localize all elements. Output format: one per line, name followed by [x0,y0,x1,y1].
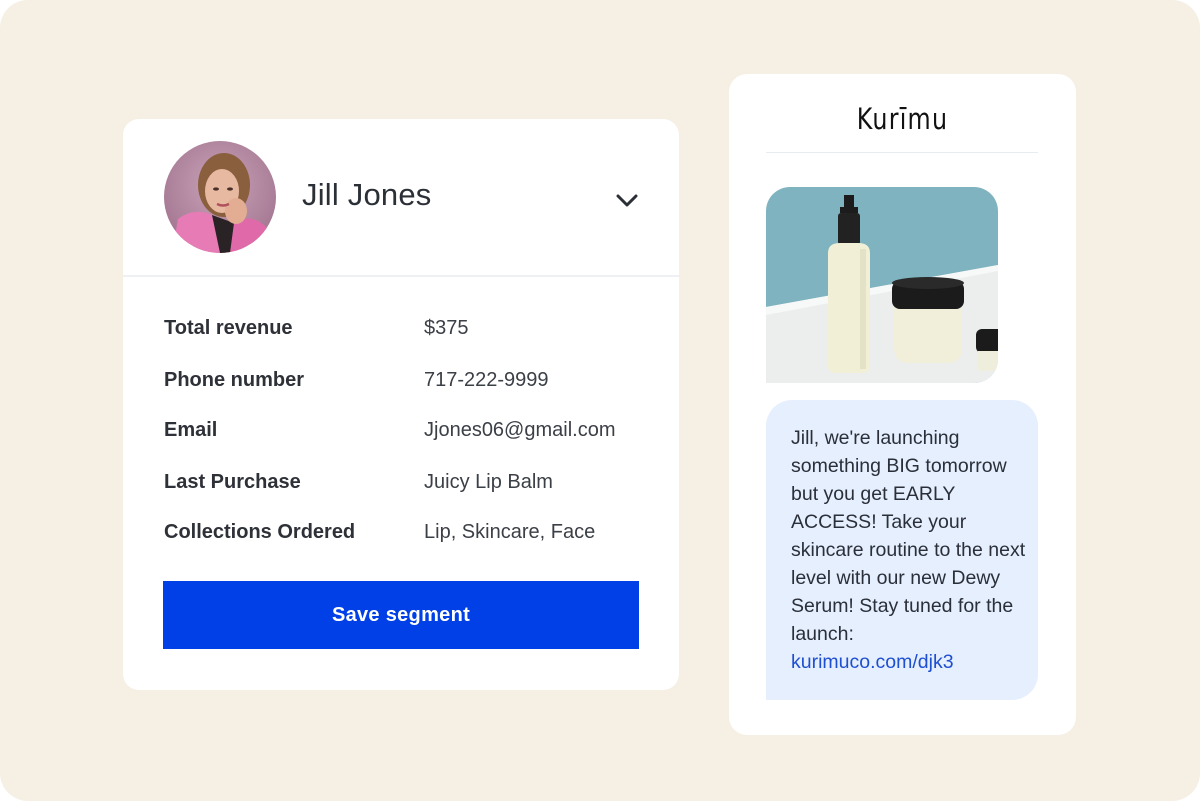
product-image [766,187,998,383]
detail-label: Email [164,419,218,441]
detail-value: 717-222-9999 [424,369,549,391]
detail-label: Collections Ordered [164,521,356,543]
detail-row-phone-number: Phone number 717-222-9999 [164,369,644,399]
background-stage: Jill Jones Total revenue $375 Phone numb… [0,0,1200,801]
chevron-down-icon[interactable] [613,187,641,215]
detail-value: $375 [424,317,469,339]
detail-label: Last Purchase [164,471,301,493]
message-text: Jill, we're launching something BIG tomo… [791,427,1026,645]
sms-preview-card: Kurīmu Jill, we're launching something B… [729,74,1076,735]
detail-row-email: Email Jjones06@gmail.com [164,419,644,449]
detail-row-collections-ordered: Collections Ordered Lip, Skincare, Face [164,521,644,551]
detail-row-total-revenue: Total revenue $375 [164,317,644,347]
brand-logo: Kurīmu [856,102,949,136]
profile-header: Jill Jones [123,119,679,277]
customer-profile-card: Jill Jones Total revenue $375 Phone numb… [123,119,679,690]
detail-label: Total revenue [164,317,293,339]
detail-row-last-purchase: Last Purchase Juicy Lip Balm [164,471,644,501]
avatar [164,141,276,253]
message-link[interactable]: kurimuco.com/djk3 [791,648,954,676]
detail-value: Juicy Lip Balm [424,471,553,493]
detail-value: Jjones06@gmail.com [424,419,616,441]
profile-name: Jill Jones [302,177,432,212]
detail-label: Phone number [164,369,305,391]
divider [766,152,1038,153]
message-bubble: Jill, we're launching something BIG tomo… [766,400,1038,700]
save-segment-button[interactable]: Save segment [163,581,639,649]
detail-value: Lip, Skincare, Face [424,521,596,543]
